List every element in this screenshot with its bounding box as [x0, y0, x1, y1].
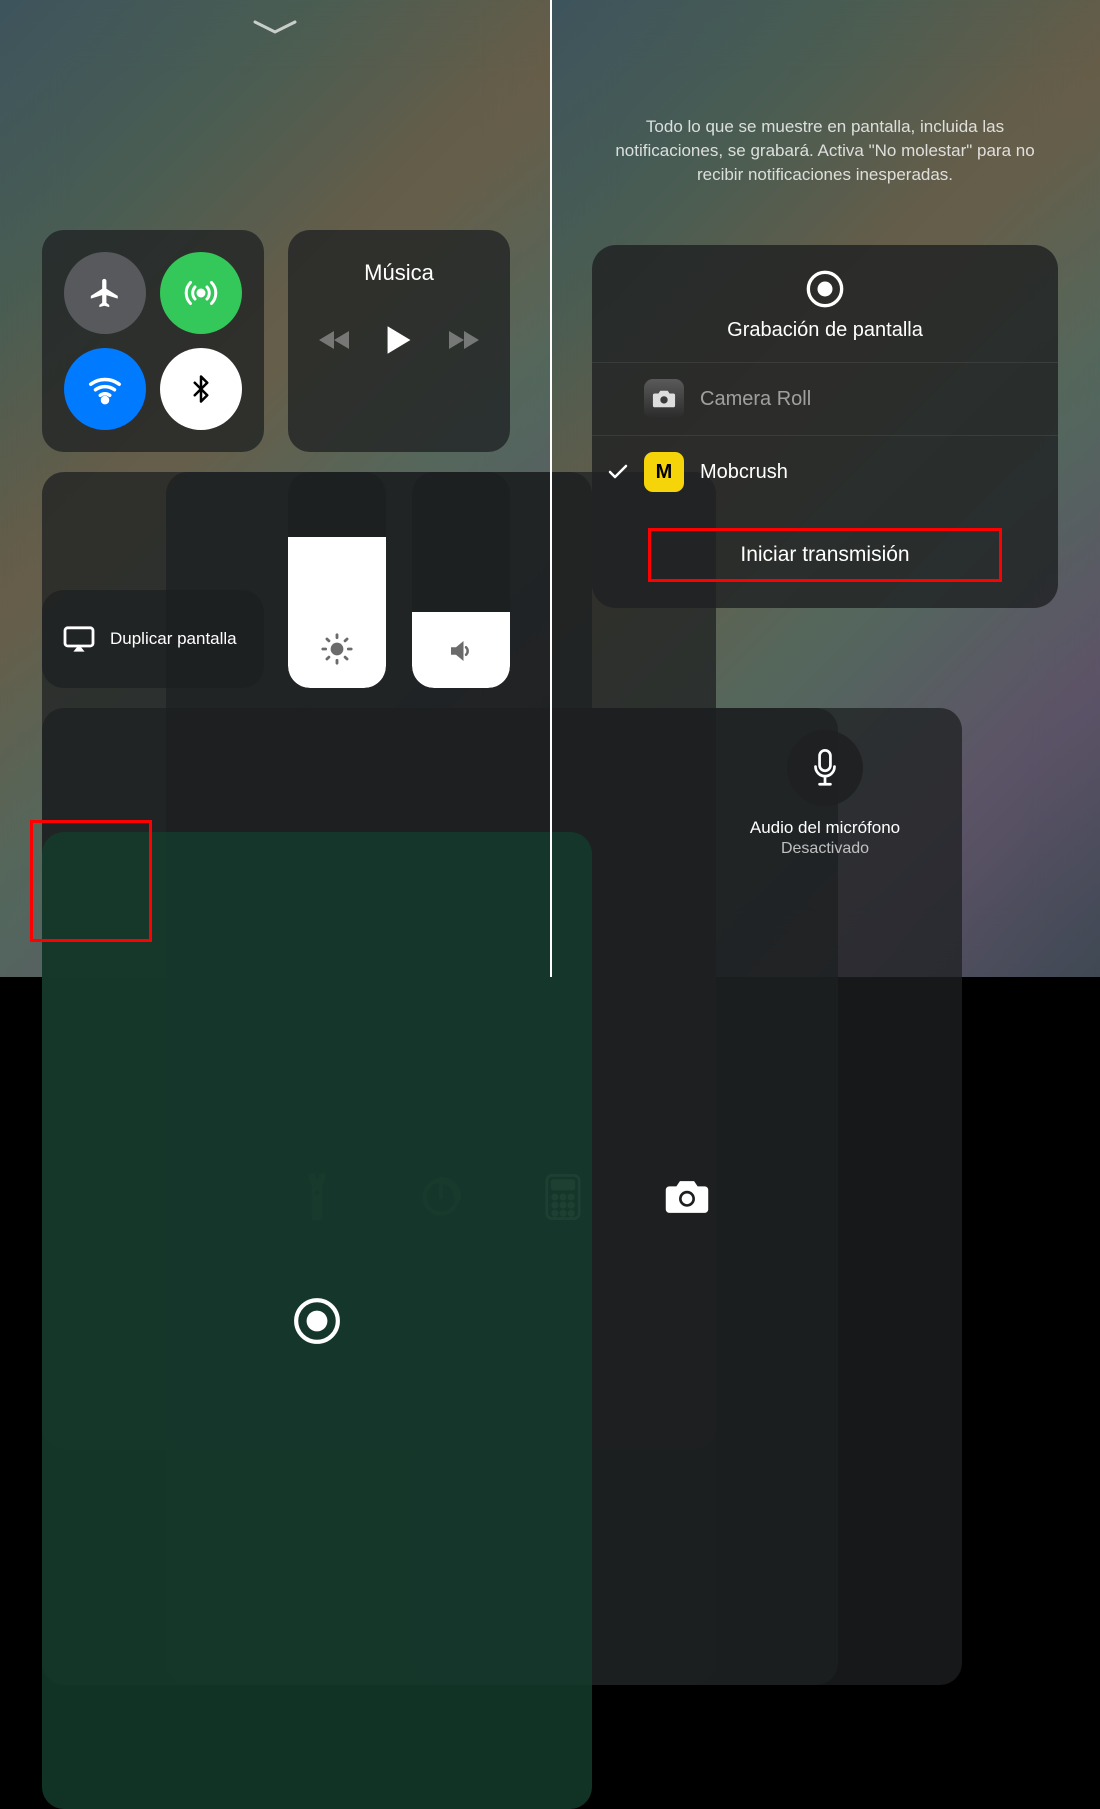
camera-app-icon — [644, 379, 684, 419]
cellular-toggle[interactable] — [160, 252, 242, 334]
bluetooth-toggle[interactable] — [160, 348, 242, 430]
volume-slider[interactable] — [412, 472, 510, 688]
airplane-mode-toggle[interactable] — [64, 252, 146, 334]
start-broadcast-button[interactable]: Iniciar transmisión — [648, 528, 1002, 582]
record-icon — [592, 269, 1058, 309]
connectivity-group — [42, 230, 264, 452]
broadcast-picker-screen: Todo lo que se muestre en pantalla, incl… — [550, 0, 1100, 977]
speaker-icon — [446, 636, 476, 666]
screen-recording-panel: Grabación de pantalla Camera Roll M Mobc… — [592, 245, 1058, 608]
wifi-toggle[interactable] — [64, 348, 146, 430]
screen-record-button[interactable] — [42, 832, 592, 1809]
mic-title: Audio del micrófono — [550, 818, 1100, 838]
sun-icon — [320, 632, 354, 666]
forward-icon[interactable] — [447, 329, 479, 351]
play-icon[interactable] — [385, 324, 413, 356]
microphone-toggle[interactable] — [787, 730, 863, 806]
option-camera-roll[interactable]: Camera Roll — [592, 362, 1058, 435]
option-label: Camera Roll — [700, 388, 811, 411]
rewind-icon[interactable] — [319, 329, 351, 351]
chevron-down-icon[interactable] — [253, 20, 297, 36]
screen-mirroring-button[interactable]: Duplicar pantalla — [42, 590, 264, 688]
check-icon — [608, 464, 628, 480]
brightness-slider[interactable] — [288, 472, 386, 688]
option-mobcrush[interactable]: M Mobcrush — [592, 435, 1058, 508]
music-widget[interactable]: Música — [288, 230, 510, 452]
screen-mirroring-label: Duplicar pantalla — [110, 629, 237, 649]
mic-status: Desactivado — [550, 840, 1100, 858]
airplay-icon — [62, 625, 96, 653]
panel-title: Grabación de pantalla — [592, 319, 1058, 342]
mobcrush-app-icon: M — [644, 452, 684, 492]
option-label: Mobcrush — [700, 461, 788, 484]
control-center-screen: Música D — [0, 0, 550, 977]
microphone-label: Audio del micrófono Desactivado — [550, 818, 1100, 858]
music-title: Música — [288, 230, 510, 286]
recording-info-text: Todo lo que se muestre en pantalla, incl… — [600, 115, 1050, 186]
